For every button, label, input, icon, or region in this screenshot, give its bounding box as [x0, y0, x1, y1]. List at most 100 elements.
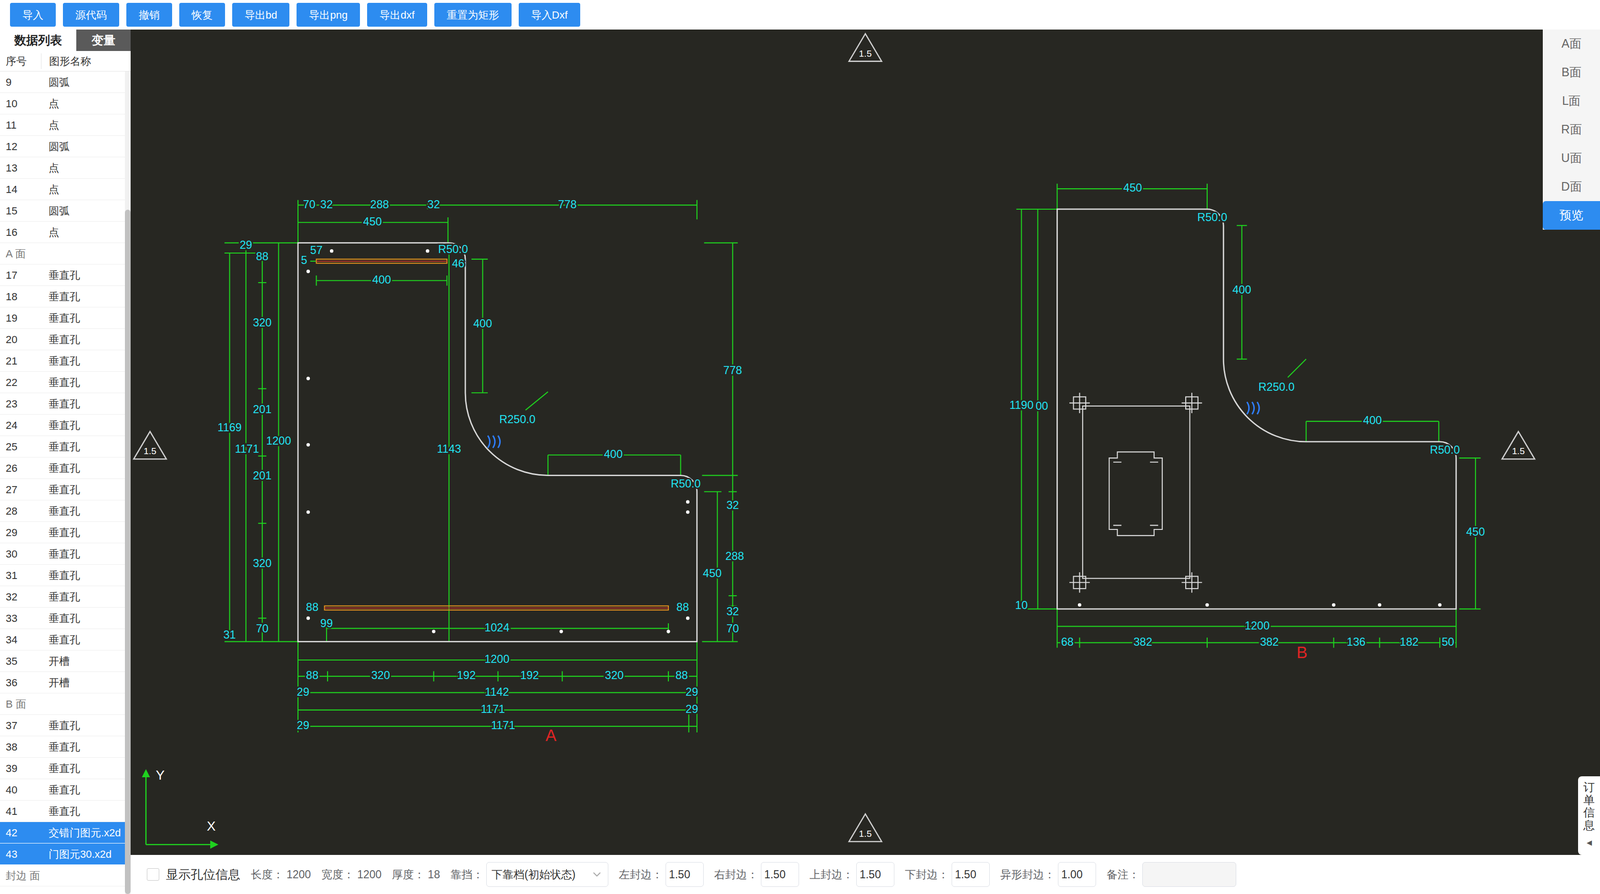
list-row[interactable]: 27垂直孔	[0, 479, 125, 501]
edge-input[interactable]: 1.50	[951, 862, 990, 888]
collapse-icon[interactable]: ◂	[1586, 834, 1592, 851]
stop-select[interactable]: 下靠档(初始状态)	[486, 862, 609, 888]
list-row[interactable]: 37垂直孔	[0, 715, 125, 737]
hole-dot[interactable]	[1332, 603, 1336, 607]
hole-dot[interactable]	[425, 249, 430, 253]
status-field[interactable]: 下封边：1.50	[904, 862, 990, 888]
view-item[interactable]: A面	[1542, 29, 1600, 59]
list-row[interactable]: 23垂直孔	[0, 393, 125, 415]
view-item[interactable]: B面	[1542, 58, 1600, 87]
status-field[interactable]: 右封边：1.50	[714, 862, 800, 888]
show-holes-checkbox[interactable]	[146, 868, 160, 882]
list-row[interactable]: 12圆弧	[0, 135, 125, 158]
view-item[interactable]: L面	[1542, 86, 1600, 116]
edge-input[interactable]: 1.50	[665, 862, 704, 888]
list-row[interactable]: 41垂直孔	[0, 800, 125, 823]
group-row[interactable]: A 面	[0, 243, 125, 265]
toolbar-button[interactable]: 恢复	[179, 2, 226, 27]
drawing-canvas[interactable]: 1.51.51.51.5YX7032288327784502988575R50.…	[130, 29, 1600, 856]
list-row[interactable]: 38垂直孔	[0, 736, 125, 759]
part-outline[interactable]	[1056, 209, 1457, 610]
status-field[interactable]: 异形封边：1.00	[1000, 862, 1097, 888]
hole-dot[interactable]	[431, 629, 436, 634]
toolbar-button[interactable]: 导入Dxf	[518, 2, 581, 27]
hole-dot[interactable]	[666, 629, 670, 634]
list-row[interactable]: 42交错门图元.x2d	[0, 822, 125, 844]
list-row[interactable]: 35开槽	[0, 650, 125, 673]
toolbar-button[interactable]: 导出png	[296, 2, 360, 27]
toolbar-button[interactable]: 导出dxf	[367, 2, 427, 27]
view-item[interactable]: U面	[1542, 143, 1600, 173]
hole-dot[interactable]	[686, 616, 690, 621]
list-row[interactable]: 32垂直孔	[0, 586, 125, 608]
groove-slots[interactable]	[316, 259, 669, 611]
view-item[interactable]: R面	[1542, 115, 1600, 144]
list-row[interactable]: 21垂直孔	[0, 350, 125, 372]
list-row[interactable]: 20垂直孔	[0, 328, 125, 351]
toolbar-button[interactable]: 导入	[10, 2, 56, 27]
list-row[interactable]: 24垂直孔	[0, 414, 125, 437]
list-row[interactable]: 13点	[0, 157, 125, 179]
list-row[interactable]: 15圆弧	[0, 200, 125, 222]
hole-dot[interactable]	[306, 510, 310, 514]
list-row[interactable]: 28垂直孔	[0, 500, 125, 523]
list-row[interactable]: 17垂直孔	[0, 264, 125, 287]
list-row[interactable]: 19垂直孔	[0, 307, 125, 329]
hole-dot[interactable]	[1205, 603, 1209, 607]
part-drawing[interactable]: 450R50.0400R250.0119000400R50.0450101200…	[1009, 181, 1485, 662]
sidebar-tab[interactable]: 变量	[76, 29, 131, 52]
list-row[interactable]: 16点	[0, 221, 125, 244]
hole-dot[interactable]	[559, 629, 564, 634]
hole-dot[interactable]	[329, 249, 334, 253]
hole-dot[interactable]	[306, 616, 310, 621]
list-row[interactable]: 14点	[0, 178, 125, 201]
list-row[interactable]: 18垂直孔	[0, 286, 125, 308]
list-row[interactable]: 25垂直孔	[0, 436, 125, 458]
sidebar-tab[interactable]: 数据列表	[0, 29, 77, 52]
part-drawing[interactable]: 7032288327784502988575R50.04640032040077…	[217, 198, 744, 745]
hole-dot[interactable]	[1437, 603, 1442, 607]
view-item[interactable]: D面	[1542, 172, 1600, 202]
list-row[interactable]: 33垂直孔	[0, 607, 125, 630]
list-row[interactable]: 11点	[0, 114, 125, 136]
status-field[interactable]: 靠挡：下靠档(初始状态)	[450, 862, 609, 888]
toolbar-button[interactable]: 重置为矩形	[434, 2, 512, 27]
list-row[interactable]: 26垂直孔	[0, 457, 125, 480]
hole-dot[interactable]	[306, 377, 310, 381]
list-row[interactable]: 40垂直孔	[0, 779, 125, 801]
show-holes-label[interactable]: 显示孔位信息	[165, 865, 241, 885]
list-row[interactable]: 29垂直孔	[0, 522, 125, 544]
group-row[interactable]: B 面	[0, 693, 125, 716]
group-row[interactable]: 封边 面	[0, 865, 125, 887]
canvas-area[interactable]: 1.51.51.51.5YX7032288327784502988575R50.…	[130, 29, 1600, 856]
edge-input[interactable]	[1142, 862, 1237, 888]
list-row[interactable]: 34垂直孔	[0, 629, 125, 651]
toolbar-button[interactable]: 源代码	[62, 2, 120, 27]
list-row[interactable]: 9圆弧	[0, 71, 125, 93]
list-row[interactable]: 30垂直孔	[0, 543, 125, 565]
list-row[interactable]: 22垂直孔	[0, 371, 125, 394]
list-row[interactable]: 43门图元30.x2d	[0, 843, 125, 866]
status-field[interactable]: 备注：	[1106, 862, 1237, 888]
status-field[interactable]: 左封边：1.50	[618, 862, 704, 888]
hole-dot[interactable]	[306, 269, 310, 274]
view-item[interactable]: 预览	[1542, 201, 1600, 230]
order-info-tab[interactable]: 订单信息◂	[1578, 776, 1600, 856]
list-row[interactable]: 39垂直孔	[0, 758, 125, 780]
hole-dot[interactable]	[1077, 603, 1082, 607]
list-row[interactable]: 36开槽	[0, 672, 125, 694]
status-field[interactable]: 上封边：1.50	[809, 862, 895, 888]
hole-dot[interactable]	[306, 443, 310, 447]
part-outline[interactable]	[297, 243, 698, 643]
door-elements[interactable]	[1069, 392, 1202, 593]
edge-input[interactable]: 1.50	[856, 862, 895, 888]
hole-dot[interactable]	[686, 500, 690, 504]
toolbar-button[interactable]: 导出bd	[232, 2, 290, 27]
list-row[interactable]: 10点	[0, 92, 125, 115]
hole-dot[interactable]	[1377, 603, 1382, 607]
list-row[interactable]: 31垂直孔	[0, 564, 125, 587]
hole-dot[interactable]	[686, 510, 690, 514]
edge-input[interactable]: 1.50	[760, 862, 800, 888]
toolbar-button[interactable]: 撤销	[126, 2, 173, 27]
edge-input[interactable]: 1.00	[1057, 862, 1097, 888]
